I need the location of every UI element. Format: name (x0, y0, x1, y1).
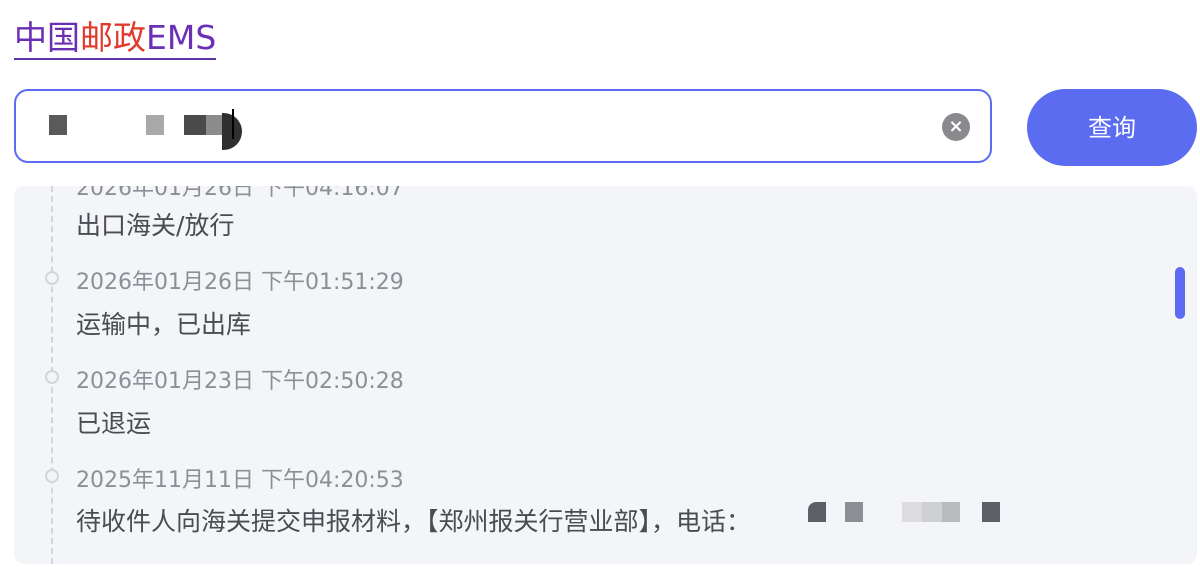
scrollbar-thumb[interactable] (1175, 267, 1185, 319)
masked-phone-block (902, 502, 922, 522)
timeline-dot (45, 271, 59, 285)
tracking-timeline[interactable]: 2026年01月26日 下午04:16:07 出口海关/放行 2026年01月2… (14, 186, 1197, 564)
masked-phone-block (942, 502, 960, 522)
text-caret (232, 109, 234, 139)
clear-icon[interactable]: × (942, 113, 970, 141)
timeline-status: 待收件人向海关提交申报材料，【郑州报关行营业部】，电话： (76, 507, 752, 536)
masked-text-block (49, 115, 67, 135)
timeline-status: 运输中，已出库 (76, 310, 252, 339)
timeline-status: 出口海关/放行 (76, 211, 235, 240)
masked-text-block (184, 115, 206, 135)
masked-text-block (146, 115, 164, 135)
masked-phone-block (808, 502, 826, 522)
timeline-time: 2026年01月26日 下午04:16:07 (76, 186, 404, 201)
brand-text-post: 邮政 (80, 18, 146, 57)
timeline-time: 2025年11月11日 下午04:20:53 (76, 468, 404, 493)
tracking-number-input[interactable]: × (14, 89, 992, 163)
timeline-dot (45, 370, 59, 384)
brand-text-china: 中国 (14, 18, 80, 57)
masked-text-block (206, 115, 222, 135)
timeline-dot (45, 469, 59, 483)
timeline-time: 2026年01月26日 下午01:51:29 (76, 270, 404, 295)
timeline-time: 2026年01月23日 下午02:50:28 (76, 369, 404, 394)
masked-phone-block (845, 502, 863, 522)
brand-link[interactable]: 中国邮政EMS (14, 18, 217, 60)
masked-phone-block (922, 502, 942, 522)
brand-text-ems: EMS (146, 18, 217, 57)
masked-phone-block (982, 502, 1000, 522)
timeline-status: 已退运 (76, 409, 152, 438)
query-button[interactable]: 查询 (1027, 89, 1197, 166)
